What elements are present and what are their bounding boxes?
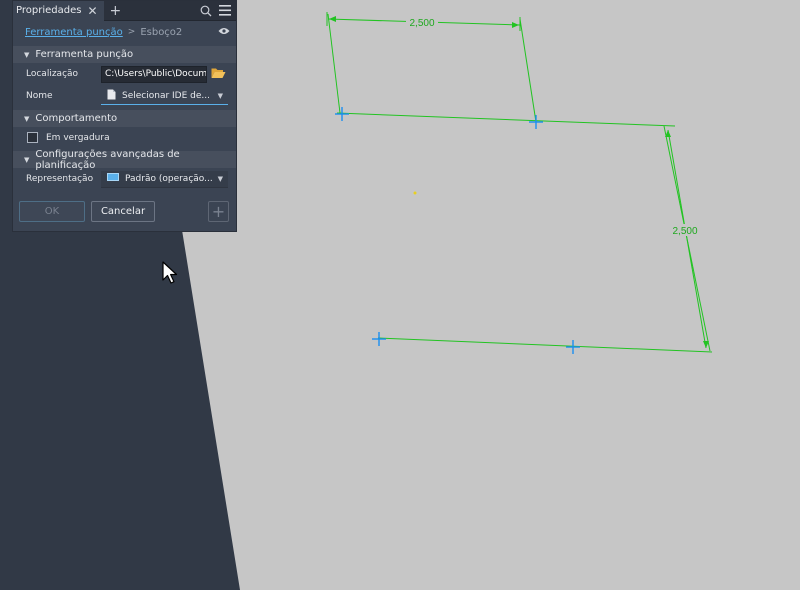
name-value: Selecionar IDE de...	[122, 90, 210, 101]
apply-add-button[interactable]: +	[208, 200, 229, 222]
section-title: Comportamento	[35, 113, 118, 124]
breadcrumb-separator: >	[127, 27, 136, 37]
center-point[interactable]	[413, 191, 417, 195]
in-bend-row: Em vergadura	[13, 127, 236, 148]
eye-icon[interactable]	[218, 27, 230, 38]
panel-titlebar: Propriedades ✕ +	[13, 0, 236, 21]
menu-icon[interactable]	[219, 5, 231, 16]
properties-panel: Propriedades ✕ + Ferramenta punção > Esb…	[12, 0, 237, 232]
close-icon[interactable]: ✕	[87, 5, 97, 17]
name-row: Nome Selecionar IDE de... ▼	[13, 85, 236, 107]
tab-properties[interactable]: Propriedades ✕	[13, 0, 104, 21]
collapse-triangle-icon: ▼	[24, 50, 30, 59]
search-icon[interactable]	[200, 5, 212, 17]
folder-open-icon[interactable]	[211, 67, 226, 82]
breadcrumb-link[interactable]: Ferramenta punção	[25, 27, 123, 38]
representation-icon	[107, 173, 119, 184]
ok-button[interactable]: OK	[19, 200, 85, 222]
in-bend-label: Em vergadura	[46, 132, 110, 143]
in-bend-checkbox[interactable]	[27, 132, 38, 143]
plus-icon[interactable]: +	[110, 4, 122, 18]
button-bar: OK Cancelar +	[13, 197, 236, 225]
representation-value: Padrão (operação...	[125, 173, 213, 184]
section-title: Configurações avançadas de planificação	[35, 148, 180, 171]
tab-label: Propriedades	[16, 5, 82, 16]
collapse-triangle-icon: ▼	[24, 114, 30, 123]
representation-row: Representação Padrão (operação... ▼	[13, 168, 236, 190]
representation-dropdown[interactable]: Padrão (operação... ▼	[101, 170, 228, 188]
section-advanced[interactable]: ▼ Configurações avançadas de planificaçã…	[13, 148, 236, 171]
location-label: Localização	[26, 69, 79, 79]
mouse-cursor-icon	[162, 261, 178, 284]
breadcrumb: Ferramenta punção > Esboço2	[13, 21, 236, 43]
breadcrumb-current: Esboço2	[140, 26, 183, 38]
location-field[interactable]: C:\Users\Public\Documents	[101, 65, 207, 83]
section-behavior[interactable]: ▼ Comportamento	[13, 110, 236, 127]
section-tool[interactable]: ▼ Ferramenta punção	[13, 46, 236, 63]
dimension-label[interactable]: 2,500	[672, 226, 697, 237]
section-title: Ferramenta punção	[35, 49, 134, 60]
name-label: Nome	[26, 91, 53, 101]
chevron-down-icon: ▼	[217, 91, 223, 100]
representation-label: Representação	[26, 174, 94, 184]
document-icon	[107, 89, 116, 103]
cancel-button[interactable]: Cancelar	[91, 200, 155, 222]
dimension-label[interactable]: 2,500	[409, 18, 434, 29]
collapse-triangle-icon: ▼	[24, 155, 30, 164]
chevron-down-icon: ▼	[217, 174, 223, 183]
name-dropdown[interactable]: Selecionar IDE de... ▼	[101, 88, 228, 105]
location-row: Localização C:\Users\Public\Documents	[13, 63, 236, 85]
